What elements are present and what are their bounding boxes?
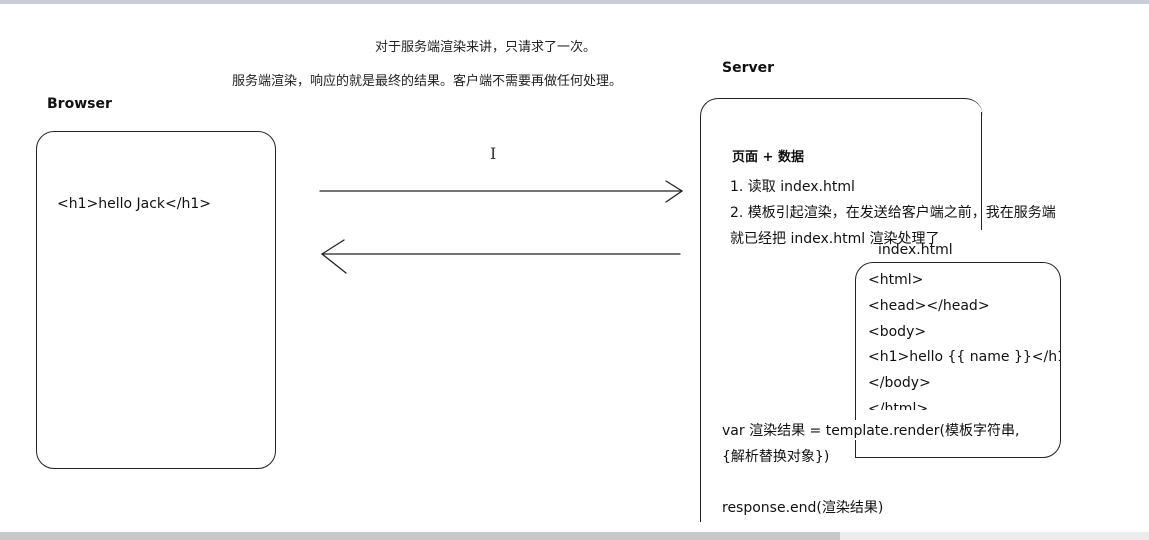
- response-arrowhead: [320, 239, 347, 274]
- template-code: <html> <head></head> <body> <h1>hello {{…: [868, 268, 1060, 410]
- render-line-2: {解析替换对象}): [722, 449, 830, 465]
- template-line: </html>: [868, 400, 929, 410]
- template-line: <head></head>: [868, 297, 990, 314]
- response-end-line: response.end(渲染结果): [722, 500, 884, 516]
- template-line: <body>: [868, 323, 927, 340]
- server-step-1: 1. 读取 index.html: [730, 179, 855, 195]
- template-line: </body>: [868, 375, 931, 392]
- bottom-scrollbar-track[interactable]: [0, 532, 840, 540]
- bottom-scrollbar-rest: [840, 532, 1149, 540]
- render-line-1: var 渲染结果 = template.render(模板字符串,: [722, 420, 1020, 440]
- server-step-2-line-1: 2. 模板引起渲染，在发送给客户端之前，我在服务端: [730, 205, 1056, 221]
- template-line: <h1>hello {{ name }}</h1>: [868, 349, 1060, 366]
- server-heading: 页面 + 数据: [732, 150, 804, 165]
- template-caption: index.html: [878, 242, 953, 258]
- template-line: <html>: [868, 272, 924, 288]
